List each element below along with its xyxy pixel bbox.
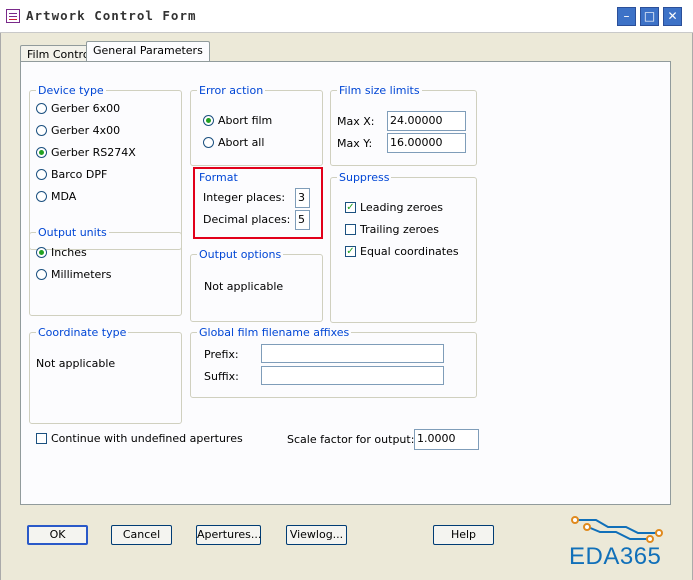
prefix-field[interactable] [261,344,444,363]
suffix-field[interactable] [261,366,444,385]
error-action-group: Error action Abort film Abort all [190,84,323,166]
prefix-label: Prefix: [204,348,239,361]
general-parameters-panel: Device type Gerber 6x00 Gerber 4x00 Gerb… [20,61,671,505]
ok-button[interactable]: OK [27,525,88,545]
film-size-limits-group: Film size limits Max X: 24.00000 Max Y: … [330,84,477,166]
close-button[interactable]: ✕ [663,7,682,26]
output-options-value: Not applicable [204,280,284,293]
minimize-button[interactable]: – [617,7,636,26]
eda365-logo: EDA365 [560,515,685,575]
eda365-logo-text: EDA365 [569,543,662,570]
film-size-limits-title: Film size limits [337,84,422,97]
max-y-field[interactable]: 16.00000 [387,133,466,153]
app-icon [6,9,20,23]
format-highlight-box [193,167,323,239]
scale-factor-label: Scale factor for output: [287,433,415,446]
coordinate-type-title: Coordinate type [36,326,129,339]
affixes-group: Global film filename affixes Prefix: Suf… [190,326,477,398]
tab-general-parameters[interactable]: General Parameters [86,41,210,63]
radio-dot [36,168,47,180]
suppress-group: Suppress ✓ Leading zeroes Trailing zeroes… [330,171,477,323]
radio-dot [36,268,47,280]
suffix-label: Suffix: [204,370,239,383]
coordinate-type-group: Coordinate type Not applicable [29,326,182,424]
checkbox-box [36,432,47,444]
checkbox-box-checked: ✓ [345,245,356,257]
viewlog-button[interactable]: Viewlog... [286,525,347,545]
radio-gerber-rs274x[interactable]: Gerber RS274X [36,145,136,161]
radio-gerber-6x00[interactable]: Gerber 6x00 [36,101,120,117]
output-options-group: Output options Not applicable [190,248,323,322]
radio-dot [36,124,47,136]
max-x-label: Max X: [337,115,375,128]
affixes-title: Global film filename affixes [197,326,352,339]
device-type-title: Device type [36,84,106,97]
checkbox-box [345,223,356,235]
radio-inches[interactable]: Inches [36,245,87,261]
radio-abort-all[interactable]: Abort all [203,135,264,151]
suppress-title: Suppress [337,171,392,184]
error-action-title: Error action [197,84,266,97]
radio-barco-dpf[interactable]: Barco DPF [36,167,107,183]
window-title: Artwork Control Form [26,8,197,23]
maximize-button[interactable]: □ [640,7,659,26]
cancel-button[interactable]: Cancel [111,525,172,545]
help-button[interactable]: Help [433,525,494,545]
max-y-label: Max Y: [337,137,373,150]
coordinate-type-value: Not applicable [36,357,116,370]
max-x-field[interactable]: 24.00000 [387,111,466,131]
radio-dot [36,190,47,202]
scale-factor-field[interactable]: 1.0000 [414,429,479,450]
equal-coordinates-checkbox[interactable]: ✓ Equal coordinates [345,244,459,260]
radio-millimeters[interactable]: Millimeters [36,267,112,283]
radio-gerber-4x00[interactable]: Gerber 4x00 [36,123,120,139]
output-units-title: Output units [36,226,109,239]
radio-dot-selected [203,114,214,126]
radio-dot-selected [36,246,47,258]
leading-zeroes-checkbox[interactable]: ✓ Leading zeroes [345,200,443,216]
circuit-trace-icon [571,516,663,543]
title-bar: Artwork Control Form – □ ✕ [0,0,693,33]
trailing-zeroes-checkbox[interactable]: Trailing zeroes [345,222,439,238]
radio-dot [203,136,214,148]
radio-dot-selected [36,146,47,158]
dialog-body: Film Control General Parameters Device t… [0,33,693,580]
radio-abort-film[interactable]: Abort film [203,113,272,129]
radio-mda[interactable]: MDA [36,189,76,205]
checkbox-box-checked: ✓ [345,201,356,213]
radio-dot [36,102,47,114]
output-options-title: Output options [197,248,284,261]
output-units-group: Output units Inches Millimeters [29,226,182,316]
continue-undefined-apertures-checkbox[interactable]: Continue with undefined apertures [36,431,243,447]
apertures-button[interactable]: Apertures... [196,525,261,545]
